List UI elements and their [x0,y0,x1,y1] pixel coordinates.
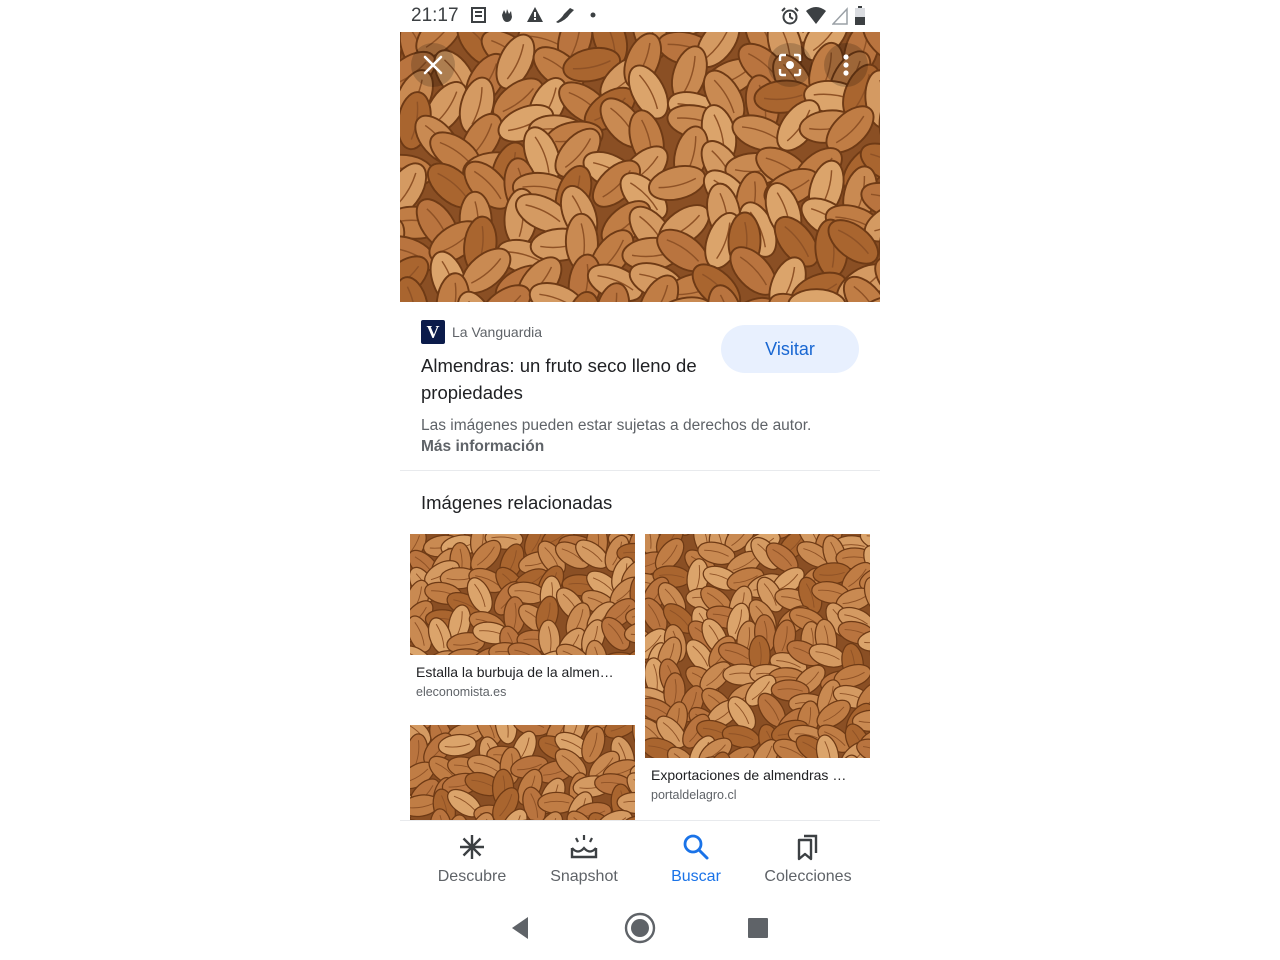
nav-label: Descubre [437,868,507,885]
more-info-link[interactable]: Más información [421,438,544,455]
visit-button[interactable]: Visitar [721,325,859,373]
copyright-notice: Las imágenes pueden estar sujetas a dere… [421,415,821,457]
status-bar: 21:17 [400,0,880,32]
nav-label: Buscar [671,868,721,885]
related-thumbnail [645,534,870,758]
news-icon [471,7,486,23]
bottom-navigation: Descubre Snapshot Buscar Colecciones [400,820,880,898]
recents-icon[interactable] [748,918,768,938]
search-icon [683,834,709,860]
nav-snapshot[interactable]: Snapshot [524,821,644,897]
asterisk-icon [460,835,484,859]
notification-icons [470,6,600,24]
phone-screen: 21:17 V La Vanguardia Almendras: un frut… [400,0,880,960]
nav-label: Snapshot [550,868,618,885]
source-name[interactable]: La Vanguardia [452,324,542,340]
home-icon[interactable] [624,912,656,944]
nav-label: Colecciones [764,868,852,885]
notice-text: Las imágenes pueden estar sujetas a dere… [421,417,812,434]
warning-icon [527,7,543,22]
close-button[interactable] [411,43,455,87]
more-vert-icon [843,54,849,76]
related-source: eleconomista.es [416,685,507,699]
related-card[interactable]: Estalla la burbuja de la almen… eleconom… [410,534,635,709]
result-info: V La Vanguardia Almendras: un fruto seco… [400,302,880,471]
related-source: portaldelagro.cl [651,788,737,802]
nav-descubre[interactable]: Descubre [412,821,532,897]
close-icon [423,55,443,75]
bird-icon [556,8,574,23]
source-logo: V [421,320,445,344]
hand-icon [502,9,512,22]
lens-icon [778,53,802,77]
related-title: Estalla la burbuja de la almen… [416,664,614,680]
nav-buscar[interactable]: Buscar [636,821,756,897]
lens-button[interactable] [768,43,812,87]
snapshot-icon [570,835,598,859]
system-navigation [400,897,880,960]
related-thumbnail [410,534,635,655]
wifi-icon [806,7,826,24]
more-options-button[interactable] [824,43,868,87]
nav-colecciones[interactable]: Colecciones [748,821,868,897]
bookmarks-icon [797,834,818,861]
result-title[interactable]: Almendras: un fruto seco lleno de propie… [421,352,711,406]
dot-icon [590,12,596,18]
system-status-icons [780,6,866,26]
cell-signal-icon [832,7,848,25]
related-title: Exportaciones de almendras … [651,767,847,783]
battery-icon [855,6,865,25]
hero-image[interactable] [400,32,880,302]
related-heading: Imágenes relacionadas [421,492,613,513]
alarm-icon [781,7,799,25]
back-icon[interactable] [510,916,530,940]
related-thumbnail [410,725,635,820]
related-card[interactable]: Exportaciones de almendras … portaldelag… [645,534,870,814]
related-card[interactable] [410,725,635,820]
status-time: 21:17 [411,5,459,26]
